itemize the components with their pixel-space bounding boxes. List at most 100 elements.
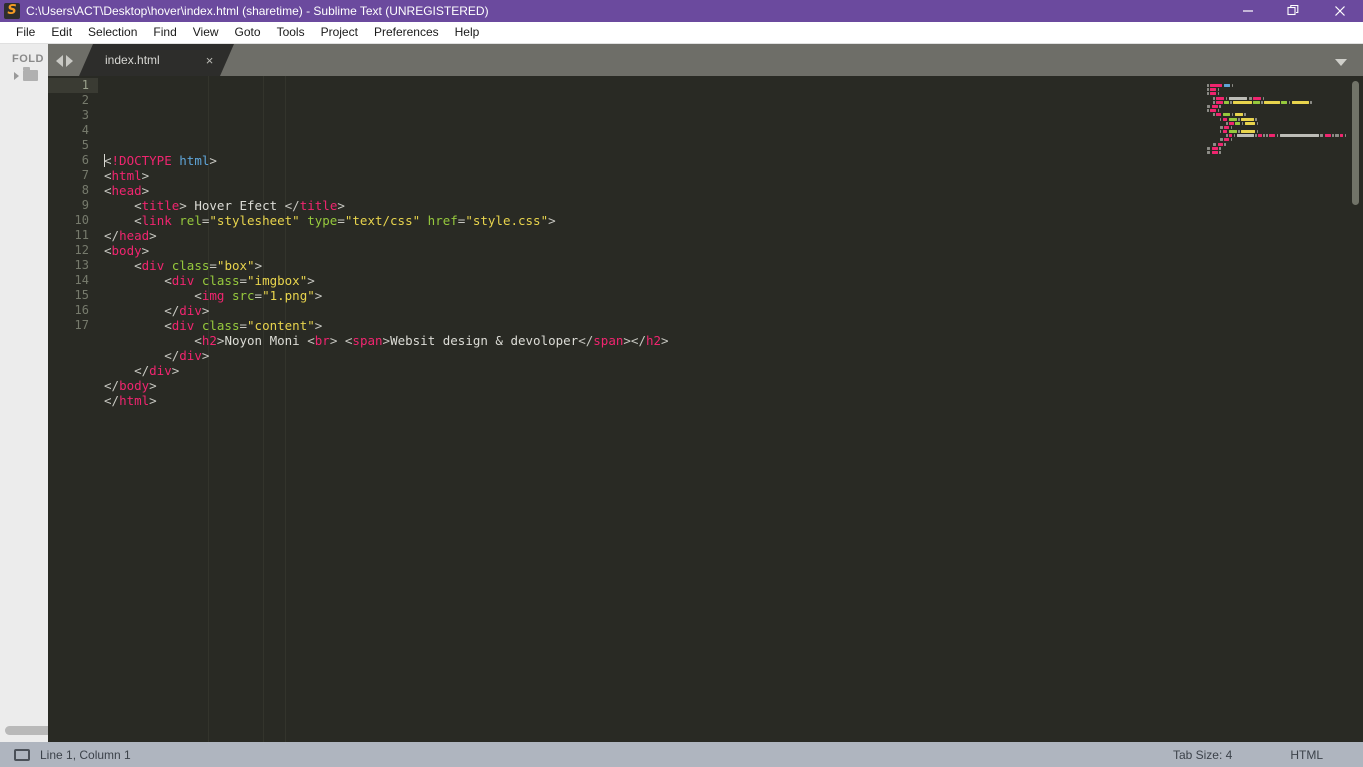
minimap-token bbox=[1230, 138, 1233, 142]
code-line[interactable]: <head> bbox=[98, 183, 1197, 198]
minimap-token bbox=[1217, 142, 1223, 146]
minimap-token bbox=[1262, 96, 1265, 100]
restore-button[interactable] bbox=[1271, 0, 1317, 22]
tab-size-status[interactable]: Tab Size: 4 bbox=[1173, 748, 1232, 762]
menu-item-help[interactable]: Help bbox=[447, 22, 488, 43]
minimap-line bbox=[1207, 109, 1363, 113]
menu-item-file[interactable]: File bbox=[8, 22, 43, 43]
nav-forward-arrow-icon[interactable] bbox=[66, 55, 73, 67]
tab-index-html[interactable]: index.html × bbox=[79, 44, 234, 76]
minimap-token bbox=[1231, 113, 1234, 117]
minimap-token bbox=[1344, 134, 1347, 138]
titlebar: S C:\Users\ACT\Desktop\hover\index.html … bbox=[0, 0, 1363, 22]
minimap-token bbox=[1219, 151, 1221, 154]
statusbar: Line 1, Column 1 Tab Size: 4 HTML bbox=[0, 742, 1363, 767]
code-token: </ bbox=[104, 228, 120, 243]
code-token: </ bbox=[104, 348, 180, 363]
chevron-right-icon[interactable] bbox=[14, 71, 19, 80]
code-line[interactable]: <body> bbox=[98, 243, 1197, 258]
code-token: "stylesheet" bbox=[209, 213, 300, 228]
menu-item-preferences[interactable]: Preferences bbox=[366, 22, 447, 43]
code-line[interactable]: <link rel="stylesheet" type="text/css" h… bbox=[98, 213, 1197, 228]
menu-item-project[interactable]: Project bbox=[313, 22, 366, 43]
sublime-text-window: S C:\Users\ACT\Desktop\hover\index.html … bbox=[0, 0, 1363, 767]
minimap-scrollbar[interactable] bbox=[1352, 81, 1359, 205]
minimap[interactable] bbox=[1197, 76, 1363, 742]
menu-item-selection[interactable]: Selection bbox=[80, 22, 145, 43]
code-line[interactable]: <div class="imgbox"> bbox=[98, 273, 1197, 288]
code-token: body bbox=[111, 243, 142, 258]
code-token: < bbox=[104, 168, 112, 183]
code-line[interactable]: <!DOCTYPE html> bbox=[98, 153, 1197, 168]
code-token: div bbox=[171, 318, 195, 333]
code-line[interactable]: <html> bbox=[98, 168, 1197, 183]
code-token: </ bbox=[104, 363, 150, 378]
close-button[interactable] bbox=[1317, 0, 1363, 22]
code-token: "imgbox" bbox=[247, 273, 308, 288]
code-token: > bbox=[382, 333, 391, 348]
code-line[interactable]: </div> bbox=[98, 363, 1197, 378]
logo-letter: S bbox=[7, 3, 17, 18]
code-token: "style.css" bbox=[465, 213, 549, 228]
minimap-token bbox=[1324, 134, 1331, 138]
menu-item-tools[interactable]: Tools bbox=[269, 22, 313, 43]
minimap-line bbox=[1207, 138, 1363, 142]
syntax-status[interactable]: HTML bbox=[1290, 748, 1323, 762]
menu-item-goto[interactable]: Goto bbox=[227, 22, 269, 43]
sidebar-scrollbar-thumb[interactable] bbox=[5, 726, 48, 735]
code-token: "content" bbox=[247, 318, 315, 333]
code-line[interactable]: <h2>Noyon Moni <br> <span>Websit design … bbox=[98, 333, 1197, 348]
menu-item-find[interactable]: Find bbox=[145, 22, 184, 43]
minimap-token bbox=[1276, 134, 1279, 138]
sidebar-folder-row[interactable] bbox=[0, 65, 48, 81]
code-token: !DOCTYPE bbox=[111, 153, 172, 168]
minimap-token bbox=[1225, 96, 1228, 100]
code-editor[interactable]: <!DOCTYPE html> <html> <head> <title> Hove… bbox=[98, 76, 1197, 742]
minimap-token bbox=[1219, 130, 1222, 134]
minimap-token bbox=[1253, 100, 1260, 104]
code-token: > bbox=[141, 183, 150, 198]
line-number: 10 bbox=[74, 213, 89, 227]
code-line[interactable]: </head> bbox=[98, 228, 1197, 243]
code-token: html bbox=[171, 153, 210, 168]
code-line[interactable]: <div class="box"> bbox=[98, 258, 1197, 273]
code-line[interactable]: <div class="content"> bbox=[98, 318, 1197, 333]
code-token: head bbox=[111, 183, 142, 198]
minimap-token bbox=[1224, 142, 1226, 146]
code-token: > bbox=[149, 393, 157, 408]
minimap-token bbox=[1207, 104, 1211, 108]
minimize-button[interactable] bbox=[1225, 0, 1271, 22]
minimap-token bbox=[1217, 92, 1220, 96]
sidebar-horizontal-scrollbar[interactable] bbox=[5, 726, 48, 735]
minimap-token bbox=[1223, 84, 1231, 87]
minimap-line bbox=[1207, 96, 1363, 100]
code-token: < bbox=[104, 198, 142, 213]
code-line[interactable]: </div> bbox=[98, 348, 1197, 363]
minimap-token bbox=[1320, 134, 1324, 138]
code-token: > bbox=[254, 258, 263, 273]
code-line[interactable]: </html> bbox=[98, 393, 1197, 408]
code-token: src bbox=[231, 288, 255, 303]
line-number: 2 bbox=[81, 93, 89, 107]
code-token: "box" bbox=[216, 258, 255, 273]
folder-icon bbox=[23, 67, 38, 81]
minimap-token bbox=[1258, 134, 1262, 138]
minimap-token bbox=[1216, 100, 1223, 104]
menu-item-view[interactable]: View bbox=[185, 22, 227, 43]
code-token: > bbox=[201, 348, 210, 363]
code-line[interactable]: <title> Hover Efect </title> bbox=[98, 198, 1197, 213]
close-icon[interactable]: × bbox=[206, 54, 214, 67]
minimap-token bbox=[1219, 104, 1221, 108]
menu-item-edit[interactable]: Edit bbox=[43, 22, 80, 43]
code-line[interactable]: <img src="1.png"> bbox=[98, 288, 1197, 303]
nav-back-arrow-icon[interactable] bbox=[56, 55, 63, 67]
line-number: 14 bbox=[74, 273, 89, 287]
code-line[interactable]: </div> bbox=[98, 303, 1197, 318]
minimap-token bbox=[1288, 100, 1291, 104]
chevron-down-icon[interactable] bbox=[1335, 59, 1347, 66]
body-region: FOLD index.html × 1 2 3 4 5 6 7 8 9 10 1… bbox=[0, 44, 1363, 742]
code-line[interactable]: </body> bbox=[98, 378, 1197, 393]
minimap-token bbox=[1279, 134, 1319, 138]
tab-nav-arrows bbox=[48, 55, 79, 76]
